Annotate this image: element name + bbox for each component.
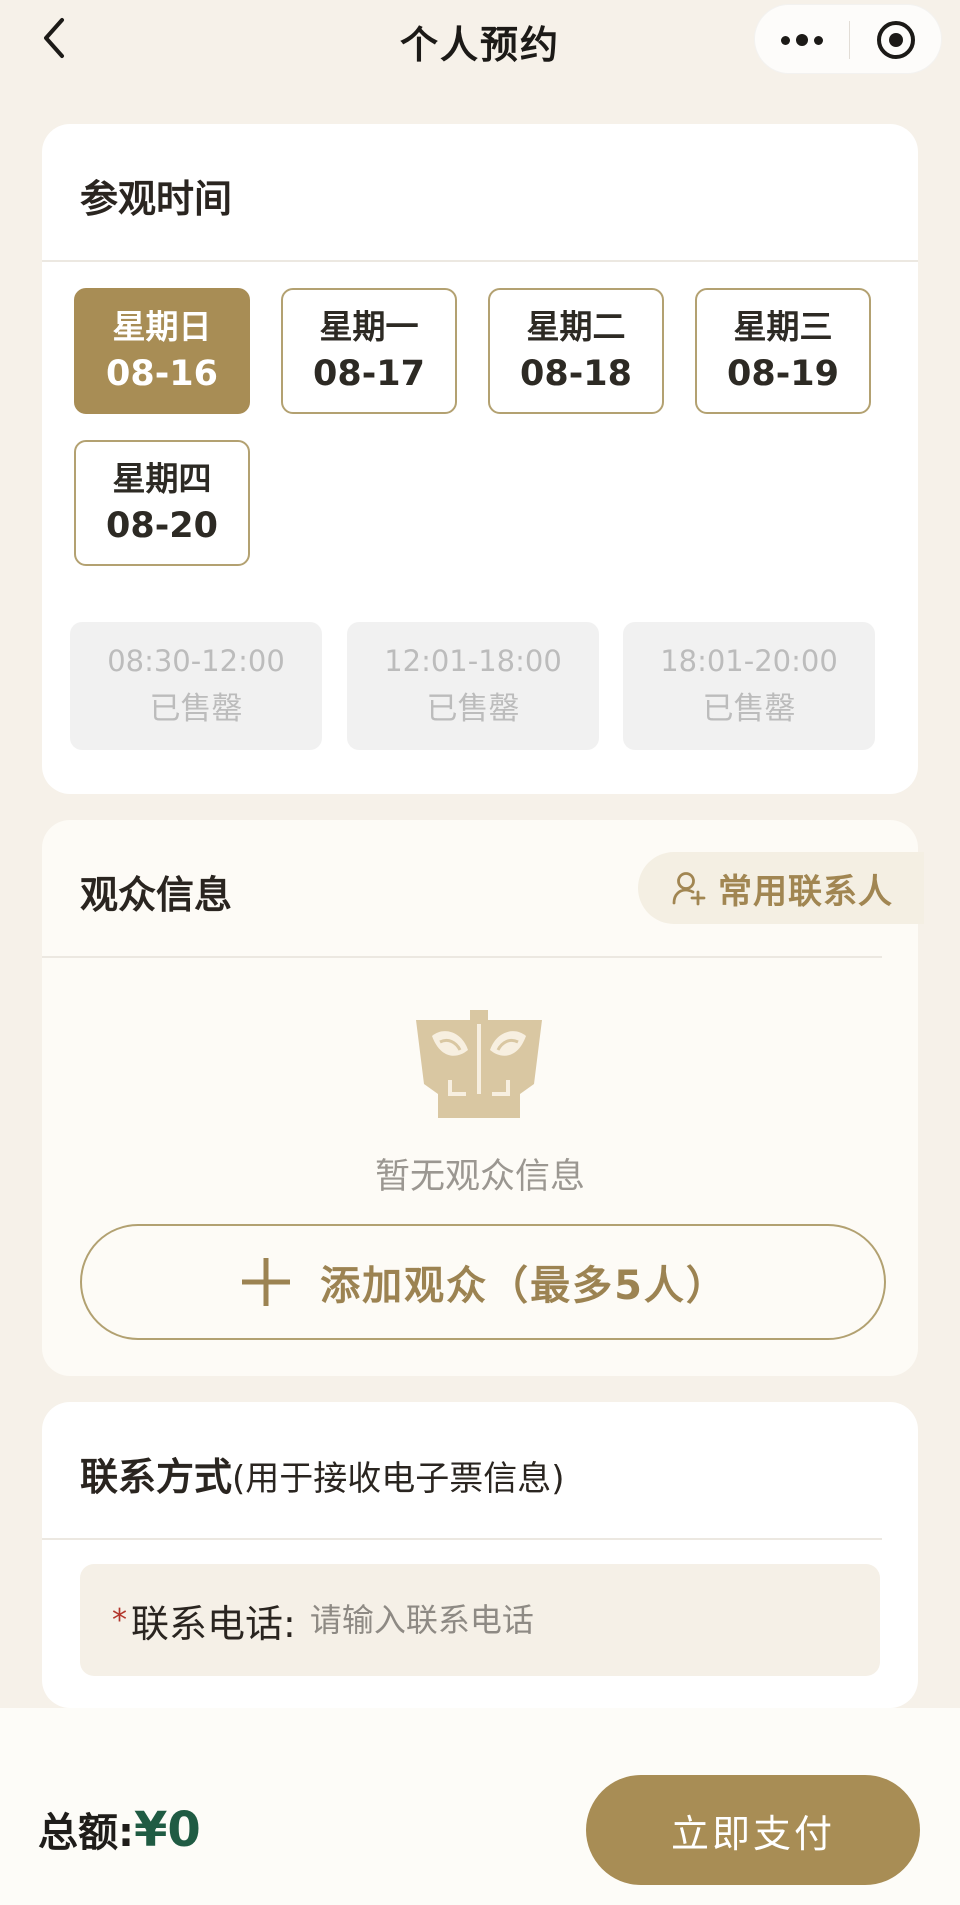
add-user-icon [672, 872, 706, 906]
empty-audience-text: 暂无观众信息 [374, 1157, 585, 1197]
target-circle-icon [877, 21, 915, 59]
sold-out-label: 已售罄 [426, 691, 520, 727]
pay-now-button[interactable]: 立即支付 [586, 1775, 920, 1885]
date-option-0819[interactable]: 星期三 08-19 [695, 288, 871, 414]
divider [42, 956, 882, 958]
date-option-0818[interactable]: 星期二 08-18 [488, 288, 664, 414]
close-miniprogram-button[interactable] [849, 5, 943, 75]
date-option-0820[interactable]: 星期四 08-20 [74, 440, 250, 566]
phone-input[interactable] [309, 1601, 790, 1639]
sold-out-label: 已售罄 [149, 691, 243, 727]
more-button[interactable] [755, 5, 849, 75]
frequent-contacts-button[interactable]: 常用联系人 [638, 852, 924, 924]
add-audience-button[interactable]: 添加观众（最多5人） [80, 1224, 886, 1340]
divider [42, 260, 918, 262]
date-option-0817[interactable]: 星期一 08-17 [281, 288, 457, 414]
time-slot-evening: 18:01-20:00 已售罄 [623, 622, 875, 750]
amount-value: ¥0 [134, 1802, 201, 1858]
contact-title: 联系方式(用于接收电子票信息) [80, 1455, 565, 1499]
more-dots-icon [781, 35, 790, 45]
required-mark: * [112, 1602, 127, 1638]
plus-icon [242, 1258, 291, 1306]
visit-time-title: 参观时间 [80, 177, 233, 221]
nav-bar: 个人预约 [0, 0, 960, 80]
date-option-0816[interactable]: 星期日 08-16 [74, 288, 250, 414]
sold-out-label: 已售罄 [702, 691, 796, 727]
divider [42, 1538, 882, 1540]
audience-title: 观众信息 [80, 873, 233, 917]
phone-field: * 联系电话: [80, 1564, 880, 1676]
bronze-mask-icon [416, 1010, 542, 1118]
time-slot-afternoon: 12:01-18:00 已售罄 [347, 622, 599, 750]
reservation-page: 个人预约 参观时间 星期日 08-16 星期一 08-17 星期二 08-18 … [0, 0, 960, 1905]
time-slot-morning: 08:30-12:00 已售罄 [70, 622, 322, 750]
total-amount: 总额:¥0 [38, 1802, 201, 1858]
mini-program-capsule [754, 4, 942, 74]
phone-label: 联系电话: [131, 1601, 296, 1646]
